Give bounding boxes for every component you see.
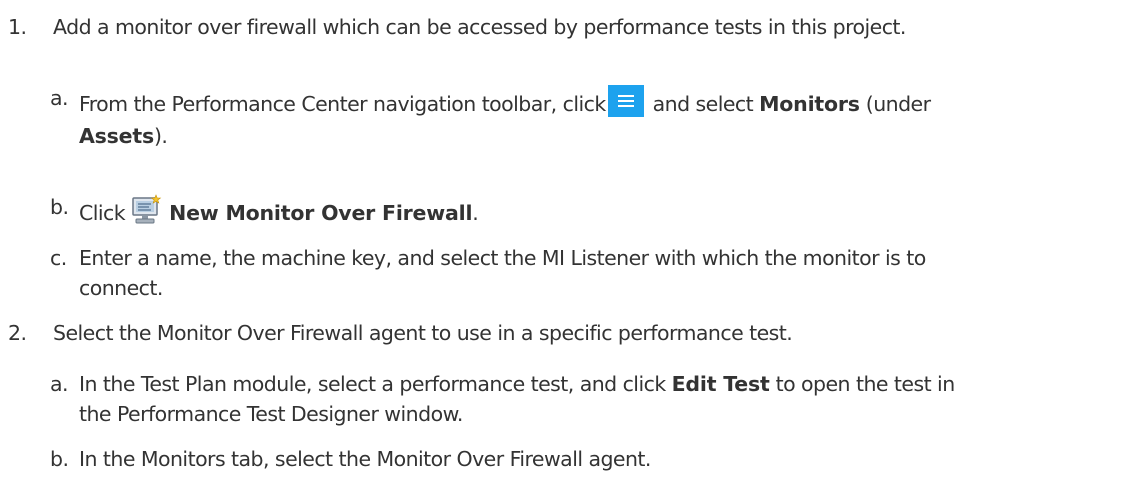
step-number: 1. <box>8 15 27 39</box>
substep-letter: b. <box>50 195 69 219</box>
substep-1a-cont: Assets). <box>79 124 168 148</box>
substep-letter: a. <box>50 372 69 396</box>
step-number: 2. <box>8 321 27 345</box>
document-page: { "steps": [ { "number": "1.", "text": "… <box>0 0 1146 484</box>
substep-text: Enter a name, the machine key, and selec… <box>79 246 926 270</box>
substep-2a: a. In the Test Plan module, select a per… <box>50 371 955 397</box>
edit-test-label: Edit Test <box>671 372 770 396</box>
step-text: Select the Monitor Over Firewall agent t… <box>53 321 793 345</box>
step-1: 1. Add a monitor over firewall which can… <box>8 14 906 40</box>
substep-letter: a. <box>50 86 69 110</box>
step-text: Add a monitor over firewall which can be… <box>53 15 906 39</box>
substep-letter: b. <box>50 447 69 471</box>
substep-text: In the Monitors tab, select the Monitor … <box>79 447 651 471</box>
substep-text: In the Test Plan module, select a perfor… <box>79 372 955 396</box>
substep-1b: b. Click New Monitor Over Firewall. <box>50 194 479 225</box>
substep-2b: b. In the Monitors tab, select the Monit… <box>50 446 651 472</box>
new-monitor-icon <box>132 194 162 224</box>
substep-2a-cont: the Performance Test Designer window. <box>79 402 463 426</box>
substep-1a: a. From the Performance Center navigatio… <box>50 85 931 117</box>
substep-1c: c. Enter a name, the machine key, and se… <box>50 245 926 271</box>
assets-label: Assets <box>79 124 154 148</box>
new-monitor-over-firewall-label: New Monitor Over Firewall <box>169 201 473 225</box>
substep-text: From the Performance Center navigation t… <box>79 85 931 117</box>
substep-1c-cont: connect. <box>79 276 163 300</box>
menu-icon <box>607 85 644 117</box>
substep-text: Click New Monitor Over Firewall. <box>79 194 479 226</box>
step-2: 2. Select the Monitor Over Firewall agen… <box>8 320 793 346</box>
monitors-label: Monitors <box>759 92 860 116</box>
substep-letter: c. <box>50 246 67 270</box>
